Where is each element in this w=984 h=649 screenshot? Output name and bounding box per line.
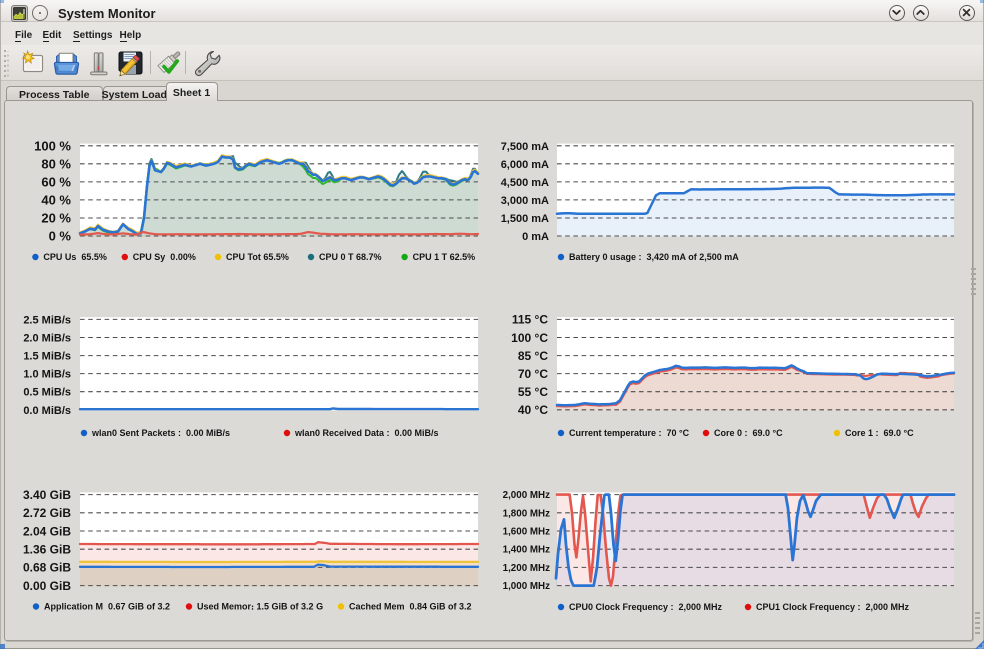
svg-text:CPU1 Clock Frequency : 2,000: CPU1 Clock Frequency : 2,000 MHz [756, 602, 910, 612]
svg-text:0.00 GiB: 0.00 GiB [23, 579, 71, 593]
svg-text:1,800 MHz: 1,800 MHz [503, 508, 550, 519]
svg-text:0.5 MiB/s: 0.5 MiB/s [23, 387, 71, 399]
svg-text:1.36 GiB: 1.36 GiB [23, 543, 71, 557]
svg-text:20 %: 20 % [41, 211, 71, 226]
svg-text:2.04 GiB: 2.04 GiB [23, 524, 71, 538]
svg-text:Core 0 : 69.0 °C: Core 0 : 69.0 °C [714, 428, 783, 438]
svg-text:Current temperature : 70 °C: Current temperature : 70 °C [569, 428, 690, 438]
svg-text:wlan0 Received Data : 0.00 Mi: wlan0 Received Data : 0.00 MiB/s [294, 428, 439, 438]
svg-text:CPU 0 T 68.7%: CPU 0 T 68.7% [319, 252, 382, 262]
svg-text:6,000 mA: 6,000 mA [501, 159, 549, 171]
svg-text:1,500 mA: 1,500 mA [501, 213, 549, 225]
svg-text:115 °C: 115 °C [512, 313, 548, 327]
svg-text:CPU 1 T 62.5%: CPU 1 T 62.5% [413, 252, 476, 262]
svg-text:Cached Mem 0.84 GiB of 3.2: Cached Mem 0.84 GiB of 3.2 [349, 602, 472, 612]
svg-text:CPU Tot 65.5%: CPU Tot 65.5% [226, 252, 289, 262]
svg-text:Core 1 : 69.0 °C: Core 1 : 69.0 °C [845, 428, 914, 438]
svg-text:1.5 MiB/s: 1.5 MiB/s [23, 351, 71, 363]
svg-text:100 °C: 100 °C [511, 331, 548, 345]
svg-text:0 mA: 0 mA [522, 231, 549, 243]
svg-text:Used Memor։ 1.5 GiB of 3.2 G: Used Memor։ 1.5 GiB of 3.2 G [197, 602, 323, 612]
svg-text:40 °C: 40 °C [518, 403, 548, 417]
svg-text:0.68 GiB: 0.68 GiB [23, 561, 71, 575]
svg-text:100 %: 100 % [34, 139, 71, 154]
svg-text:2.0 MiB/s: 2.0 MiB/s [23, 332, 71, 344]
svg-text:0.0 MiB/s: 0.0 MiB/s [23, 405, 71, 417]
svg-text:2,000 MHz: 2,000 MHz [503, 490, 550, 501]
svg-text:CPU0 Clock Frequency : 2,000: CPU0 Clock Frequency : 2,000 MHz [569, 602, 723, 612]
svg-text:1.0 MiB/s: 1.0 MiB/s [23, 369, 71, 381]
svg-text:1,200 MHz: 1,200 MHz [503, 563, 550, 574]
svg-text:70 °C: 70 °C [518, 367, 548, 381]
svg-text:7,500 mA: 7,500 mA [501, 141, 549, 153]
svg-text:3,000 mA: 3,000 mA [501, 195, 549, 207]
svg-text:1,400 MHz: 1,400 MHz [503, 545, 550, 556]
svg-text:wlan0 Sent Packets : 0.00 MiB: wlan0 Sent Packets : 0.00 MiB/s [91, 428, 230, 438]
svg-text:40 %: 40 % [41, 193, 71, 208]
svg-text:80 %: 80 % [41, 157, 71, 172]
svg-text:Battery 0 usage : 3,420 mA of: Battery 0 usage : 3,420 mA of 2,500 mA [569, 252, 739, 262]
svg-text:2.5 MiB/s: 2.5 MiB/s [23, 314, 71, 326]
svg-text:55 °C: 55 °C [518, 385, 548, 399]
svg-text:0 %: 0 % [49, 229, 72, 244]
svg-text:CPU Sy 0.00%: CPU Sy 0.00% [133, 252, 196, 262]
svg-text:60 %: 60 % [41, 175, 71, 190]
svg-text:2.72 GiB: 2.72 GiB [23, 506, 71, 520]
svg-text:CPU Us 65.5%: CPU Us 65.5% [43, 252, 107, 262]
svg-text:4,500 mA: 4,500 mA [501, 177, 549, 189]
svg-text:3.40 GiB: 3.40 GiB [23, 488, 71, 502]
svg-text:Application M 0.67 GiB of 3.2: Application M 0.67 GiB of 3.2 [44, 602, 170, 612]
svg-text:1,600 MHz: 1,600 MHz [503, 527, 550, 538]
svg-text:1,000 MHz: 1,000 MHz [503, 581, 550, 592]
svg-text:85 °C: 85 °C [518, 349, 548, 363]
